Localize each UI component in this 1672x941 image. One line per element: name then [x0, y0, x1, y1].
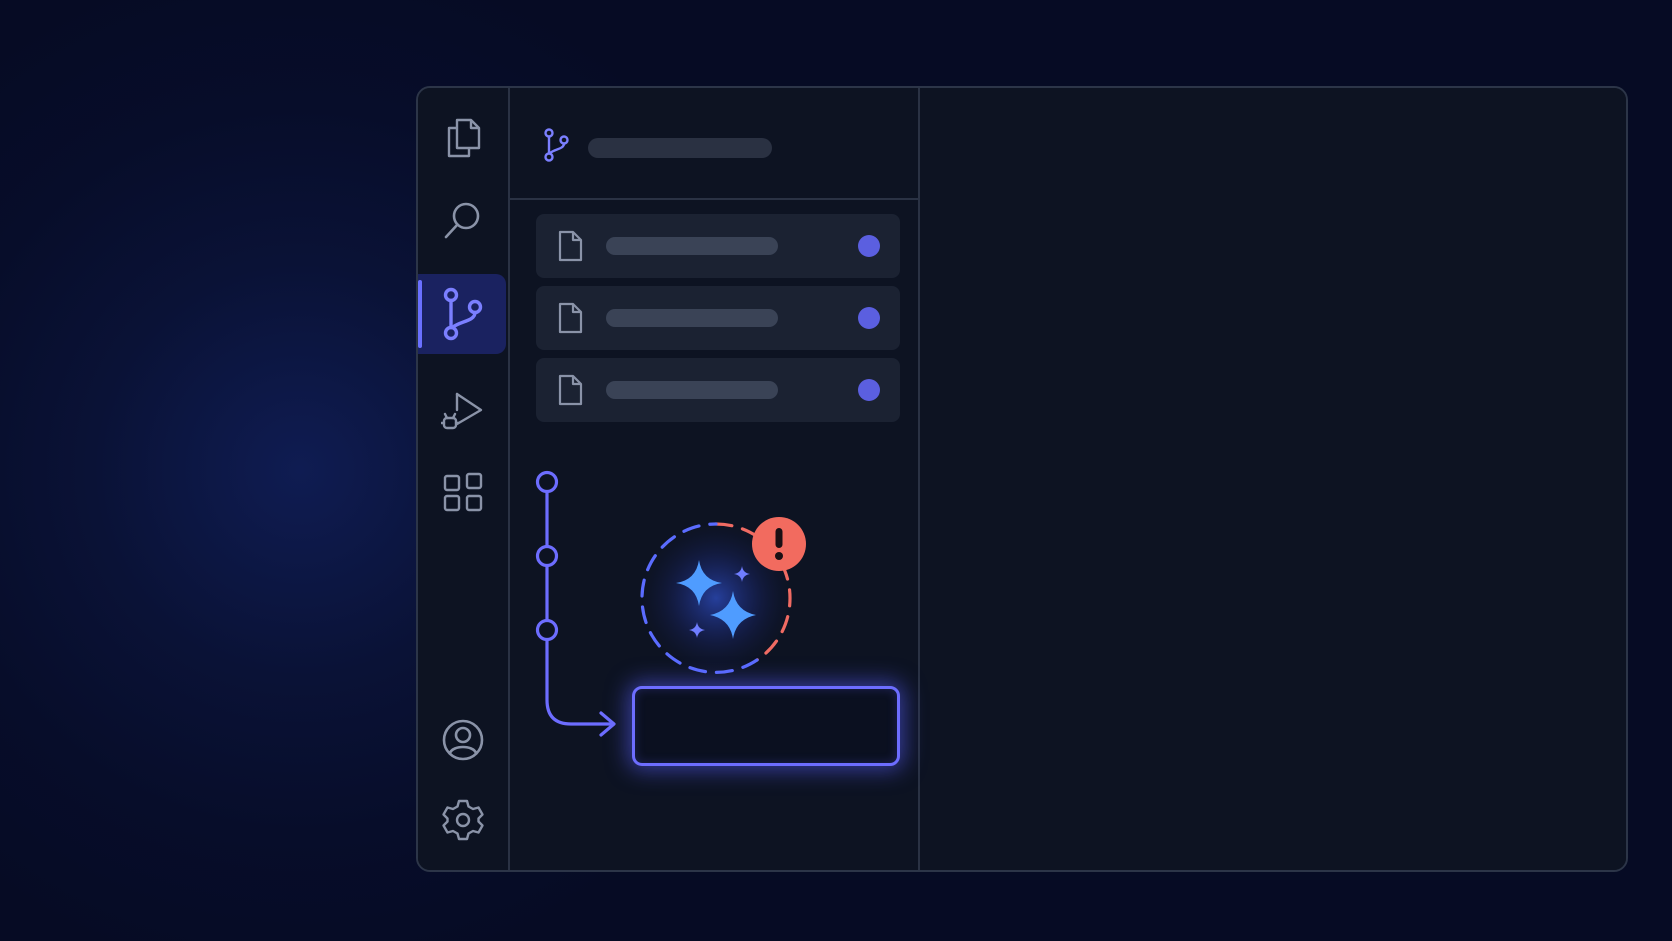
file-icon — [558, 230, 583, 262]
activity-files-button[interactable] — [418, 98, 508, 178]
files-icon — [447, 118, 481, 158]
activity-settings-button[interactable] — [418, 780, 508, 860]
changed-file-row[interactable] — [536, 214, 900, 278]
activity-account-button[interactable] — [418, 700, 508, 780]
run-debug-icon — [441, 392, 483, 430]
file-name-placeholder — [606, 381, 778, 399]
file-name-placeholder — [606, 309, 778, 327]
modified-status-dot — [858, 235, 880, 257]
changed-file-row[interactable] — [536, 358, 900, 422]
file-name-placeholder — [606, 237, 778, 255]
branch-icon — [544, 128, 569, 162]
changed-file-row[interactable] — [536, 286, 900, 350]
commit-message-input[interactable] — [632, 686, 900, 766]
file-icon — [558, 302, 583, 334]
account-icon — [442, 719, 484, 761]
editor-area — [920, 88, 1626, 870]
search-icon — [444, 202, 480, 239]
activity-run-debug-button[interactable] — [418, 370, 508, 450]
activity-bar — [418, 88, 510, 870]
app-window — [416, 86, 1628, 872]
file-icon — [558, 374, 583, 406]
activity-extensions-button[interactable] — [418, 452, 508, 532]
source-control-icon — [443, 287, 483, 341]
modified-status-dot — [858, 379, 880, 401]
modified-status-dot — [858, 307, 880, 329]
panel-header — [510, 88, 918, 200]
settings-icon — [442, 799, 484, 841]
extensions-icon — [443, 472, 483, 512]
activity-source-control-button[interactable] — [418, 274, 506, 354]
branch-name-placeholder — [588, 138, 772, 158]
activity-search-button[interactable] — [418, 180, 508, 260]
